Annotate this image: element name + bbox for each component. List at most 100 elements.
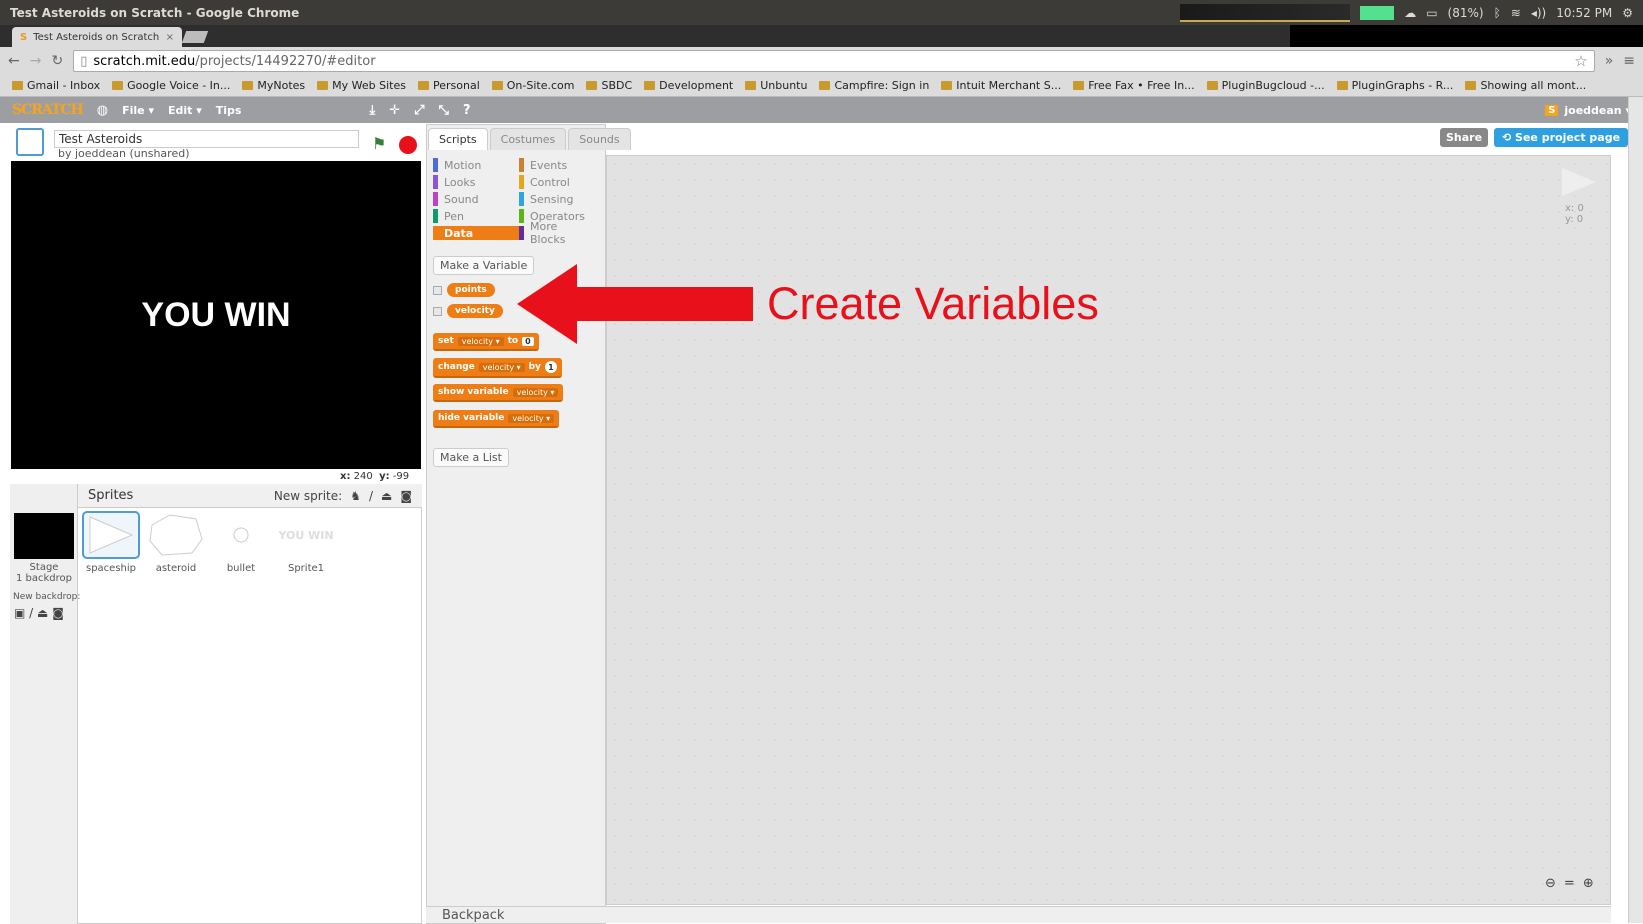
value-input[interactable]: 1 bbox=[544, 361, 557, 373]
bookmark-icon bbox=[644, 81, 656, 90]
bookmark-item[interactable]: SBDC bbox=[586, 79, 632, 92]
sprite-item[interactable]: spaceship bbox=[80, 511, 142, 574]
edit-menu[interactable]: Edit ▾ bbox=[168, 104, 202, 117]
grow-icon[interactable]: ⤢ bbox=[414, 103, 424, 118]
variable-reporter[interactable]: points bbox=[447, 283, 495, 297]
bookmark-item[interactable]: Campfire: Sign in bbox=[819, 79, 929, 92]
tab-costumes[interactable]: Costumes bbox=[489, 128, 567, 150]
bookmark-label: My Web Sites bbox=[332, 79, 406, 92]
make-list-button[interactable]: Make a List bbox=[433, 448, 509, 467]
change-variable-block[interactable]: change velocity ▾ by 1 bbox=[433, 358, 562, 378]
close-tab-icon[interactable]: × bbox=[166, 32, 174, 43]
duplicate-icon[interactable]: ⤓ bbox=[369, 103, 375, 118]
bookmark-item[interactable]: My Web Sites bbox=[317, 79, 406, 92]
clock[interactable]: 10:52 PM bbox=[1556, 6, 1612, 20]
shrink-icon[interactable]: ⤡ bbox=[439, 103, 449, 118]
bookmark-item[interactable]: On-Site.com bbox=[491, 79, 574, 92]
address-bar[interactable]: ▯ scratch.mit.edu/projects/14492270/#edi… bbox=[73, 50, 1595, 72]
bluetooth-icon[interactable]: ᛒ bbox=[1494, 6, 1501, 20]
upload-sprite-icon[interactable]: ⏏ bbox=[381, 489, 392, 503]
bookmark-item[interactable]: Gmail - Inbox bbox=[12, 79, 100, 92]
bookmark-item[interactable]: Free Fax • Free In... bbox=[1073, 79, 1195, 92]
camera-backdrop-icon[interactable]: ◙ bbox=[52, 606, 64, 620]
back-icon[interactable]: ← bbox=[8, 53, 20, 69]
stop-icon[interactable] bbox=[399, 136, 417, 154]
system-monitor-graph bbox=[1180, 3, 1351, 22]
forward-icon[interactable]: → bbox=[30, 53, 42, 69]
share-button[interactable]: Share bbox=[1440, 128, 1489, 147]
category-sound[interactable]: Sound bbox=[433, 192, 519, 206]
category-control[interactable]: Control bbox=[519, 175, 593, 189]
file-menu[interactable]: File ▾ bbox=[122, 104, 154, 117]
variable-dropdown[interactable]: velocity ▾ bbox=[508, 413, 555, 423]
hide-variable-block[interactable]: hide variable velocity ▾ bbox=[433, 410, 560, 428]
presentation-mode-button[interactable] bbox=[16, 128, 44, 156]
green-flag-icon[interactable]: ⚑ bbox=[372, 134, 386, 153]
sprite-item[interactable]: YOU WIN Sprite1 bbox=[275, 511, 337, 575]
paint-backdrop-icon[interactable]: / bbox=[29, 606, 33, 620]
gear-icon[interactable]: ⚙ bbox=[1622, 6, 1633, 20]
extension-icon[interactable]: » bbox=[1605, 53, 1614, 69]
category-data[interactable]: Data bbox=[433, 226, 519, 240]
zoom-in-icon[interactable]: ⊕ bbox=[1583, 876, 1594, 891]
browser-tab[interactable]: S Test Asteroids on Scratch × bbox=[12, 27, 182, 47]
zoom-reset-icon[interactable]: = bbox=[1564, 876, 1575, 891]
category-motion[interactable]: Motion bbox=[433, 158, 519, 172]
bookmark-item[interactable]: Showing all mont... bbox=[1465, 79, 1586, 92]
bookmark-item[interactable]: Intuit Merchant S... bbox=[941, 79, 1061, 92]
star-icon[interactable]: ☆ bbox=[1574, 52, 1587, 70]
new-tab-button[interactable] bbox=[181, 31, 209, 43]
username: joeddean ▾ bbox=[1564, 103, 1631, 117]
wifi-icon[interactable]: ≋ bbox=[1511, 6, 1521, 20]
user-menu[interactable]: S joeddean ▾ bbox=[1545, 104, 1631, 117]
bookmark-item[interactable]: PluginBugcloud -... bbox=[1206, 79, 1325, 92]
project-title-input[interactable] bbox=[54, 130, 359, 148]
volume-icon[interactable]: ◂)) bbox=[1531, 6, 1546, 20]
tips-menu[interactable]: Tips bbox=[216, 104, 242, 117]
tab-sounds[interactable]: Sounds bbox=[568, 128, 631, 150]
paint-new-sprite-icon[interactable]: / bbox=[369, 489, 373, 503]
category-looks[interactable]: Looks bbox=[433, 175, 519, 189]
stage-thumbnail[interactable] bbox=[14, 513, 74, 559]
stage-canvas[interactable]: YOU WIN bbox=[11, 161, 421, 469]
menu-icon[interactable]: ≡ bbox=[1623, 53, 1635, 69]
tab-scripts[interactable]: Scripts bbox=[428, 128, 488, 150]
variable-dropdown[interactable]: velocity ▾ bbox=[478, 362, 525, 372]
bookmark-item[interactable]: Google Voice - In... bbox=[112, 79, 230, 92]
sprite-item[interactable]: asteroid bbox=[145, 511, 207, 574]
upload-backdrop-icon[interactable]: ⏏ bbox=[37, 606, 48, 620]
see-project-page-button[interactable]: ⟲ See project page bbox=[1494, 128, 1629, 147]
help-icon[interactable]: ? bbox=[463, 103, 471, 118]
variable-checkbox[interactable] bbox=[433, 285, 442, 295]
variable-reporter[interactable]: velocity bbox=[447, 304, 503, 318]
sprite-library-icon[interactable]: ♞ bbox=[350, 489, 361, 503]
bookmark-item[interactable]: Personal bbox=[418, 79, 480, 92]
cut-icon[interactable]: ✛ bbox=[389, 103, 400, 118]
camera-icon[interactable]: ◙ bbox=[400, 489, 412, 503]
variable-dropdown[interactable]: velocity ▾ bbox=[512, 387, 559, 397]
variable-dropdown[interactable]: velocity ▾ bbox=[457, 336, 504, 346]
backpack-bar[interactable]: Backpack bbox=[426, 906, 1611, 923]
bookmark-item[interactable]: Unbuntu bbox=[745, 79, 807, 92]
zoom-out-icon[interactable]: ⊖ bbox=[1545, 876, 1556, 891]
page-scrollbar[interactable] bbox=[1628, 97, 1643, 923]
category-sensing[interactable]: Sensing bbox=[519, 192, 593, 206]
bookmark-item[interactable]: MyNotes bbox=[242, 79, 305, 92]
category-pen[interactable]: Pen bbox=[433, 209, 519, 223]
category-events[interactable]: Events bbox=[519, 158, 593, 172]
scratch-logo[interactable]: SCRATCH bbox=[12, 102, 84, 118]
bookmark-item[interactable]: PluginGraphs - R... bbox=[1336, 79, 1453, 92]
sprite-thumbnail bbox=[82, 511, 140, 559]
battery-icon[interactable]: ▭ bbox=[1426, 6, 1437, 20]
scripts-area[interactable] bbox=[606, 155, 1611, 905]
cloud-icon[interactable]: ☁ bbox=[1404, 6, 1416, 20]
show-variable-block[interactable]: show variable velocity ▾ bbox=[433, 384, 564, 402]
variable-checkbox[interactable] bbox=[433, 306, 442, 316]
url-host: scratch.mit.edu bbox=[93, 53, 196, 69]
globe-icon[interactable]: ◍ bbox=[97, 103, 108, 118]
category-more-blocks[interactable]: More Blocks bbox=[519, 220, 593, 246]
reload-icon[interactable]: ↻ bbox=[51, 53, 63, 69]
backdrop-library-icon[interactable]: ▣ bbox=[14, 606, 25, 620]
bookmark-item[interactable]: Development bbox=[644, 79, 733, 92]
sprite-item[interactable]: bullet bbox=[210, 511, 272, 574]
